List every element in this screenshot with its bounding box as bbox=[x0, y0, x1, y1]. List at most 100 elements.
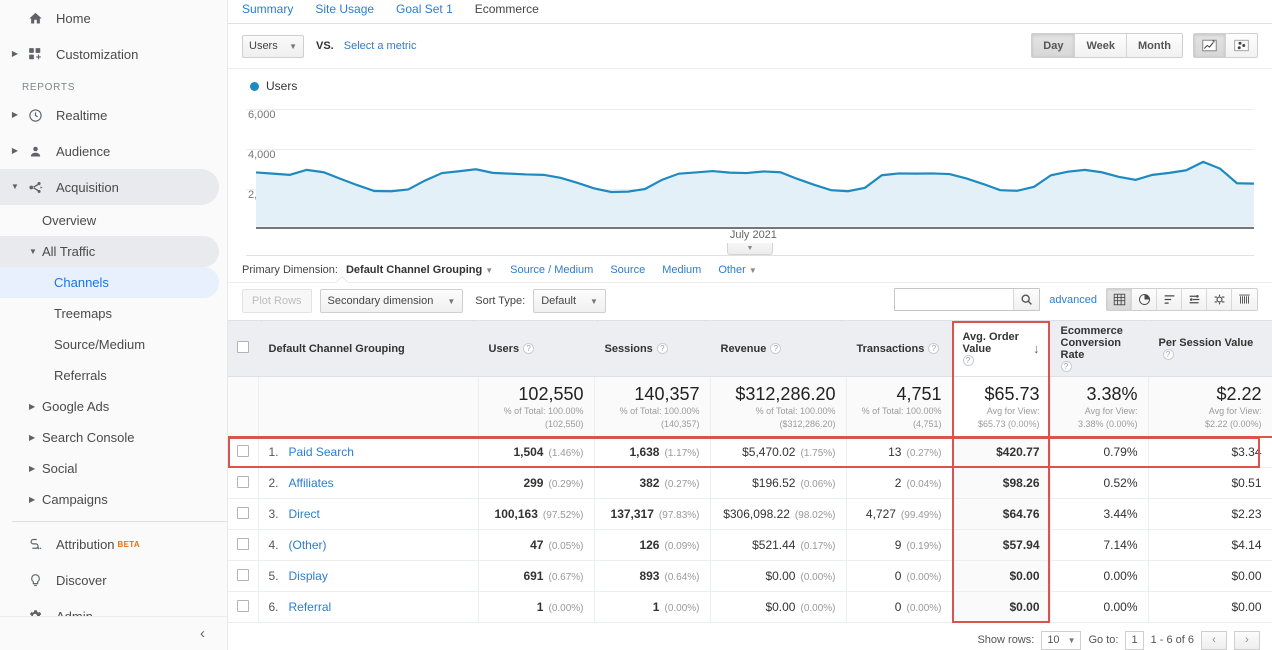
row-channel-link[interactable]: Referral bbox=[289, 600, 332, 614]
sidebar-item-source-medium[interactable]: Source/Medium bbox=[0, 329, 227, 360]
plot-rows-button[interactable]: Plot Rows bbox=[242, 289, 312, 313]
help-icon[interactable]: ? bbox=[1162, 349, 1174, 361]
pie-view-icon[interactable] bbox=[1132, 289, 1157, 310]
row-channel-link[interactable]: Paid Search bbox=[289, 445, 354, 459]
sidebar-item-customization[interactable]: ▶ Customization bbox=[0, 36, 227, 72]
dimension-link-source[interactable]: Source bbox=[610, 264, 645, 276]
scatter-plot-icon[interactable] bbox=[1226, 34, 1257, 57]
granularity-month[interactable]: Month bbox=[1127, 34, 1182, 57]
sidebar-item-attribution[interactable]: Attribution BETA bbox=[0, 526, 227, 562]
col-header-sessions[interactable]: Sessions? bbox=[594, 320, 711, 377]
row-checkbox[interactable] bbox=[236, 537, 249, 550]
row-checkbox[interactable] bbox=[236, 568, 249, 581]
term-cloud-view-icon[interactable] bbox=[1232, 289, 1257, 310]
row-checkbox-cell[interactable] bbox=[228, 591, 259, 623]
sidebar-item-discover[interactable]: Discover bbox=[0, 562, 227, 598]
sidebar-item-acquisition[interactable]: ▼ Acquisition bbox=[0, 169, 219, 205]
sort-type-dropdown[interactable]: Default ▼ bbox=[533, 289, 606, 313]
row-checkbox-cell[interactable] bbox=[228, 467, 259, 499]
advanced-link[interactable]: advanced bbox=[1049, 294, 1097, 306]
help-icon[interactable]: ? bbox=[523, 343, 535, 355]
select-all-checkbox[interactable] bbox=[236, 341, 249, 353]
table-row[interactable]: 3. Direct 100,163 (97.52%) 137,317 (97.83%) $3… bbox=[228, 498, 1272, 530]
sidebar-item-overview[interactable]: Overview bbox=[0, 205, 227, 236]
row-channel-link[interactable]: (Other) bbox=[289, 538, 327, 552]
tab-goal-set-1[interactable]: Goal Set 1 bbox=[396, 0, 453, 18]
table-row[interactable]: 6. Referral 1 (0.00%) 1 (0.00%) $0.00 (0.00%) 0 (… bbox=[228, 591, 1272, 623]
row-checkbox[interactable] bbox=[236, 599, 249, 612]
table-row[interactable]: 2. Affiliates 299 (0.29%) 382 (0.27%) $196.52 (… bbox=[228, 467, 1272, 499]
help-icon[interactable]: ? bbox=[1060, 361, 1072, 373]
table-row[interactable]: 1. Paid Search 1,504 (1.46%) 1,638 (1.17%) $5,… bbox=[228, 436, 1272, 468]
col-header-revenue[interactable]: Revenue? bbox=[710, 320, 847, 377]
chart-plot-area[interactable]: 6,000 4,000 2,000 bbox=[246, 101, 1254, 229]
chart-zoom-handle[interactable]: ▼ bbox=[727, 243, 773, 255]
primary-dimension-current[interactable]: Default Channel Grouping ▼ bbox=[346, 264, 493, 276]
performance-view-icon[interactable] bbox=[1157, 289, 1182, 310]
row-transactions-cell: 2 (0.04%) bbox=[846, 467, 953, 499]
next-page-button[interactable]: › bbox=[1234, 630, 1260, 650]
row-checkbox[interactable] bbox=[236, 506, 249, 519]
row-checkbox-cell[interactable] bbox=[228, 436, 259, 468]
secondary-dimension-dropdown[interactable]: Secondary dimension ▼ bbox=[319, 289, 464, 313]
sidebar-item-search-console[interactable]: ▶ Search Console bbox=[0, 422, 227, 453]
sidebar-item-treemaps[interactable]: Treemaps bbox=[0, 298, 227, 329]
sidebar-item-google-ads[interactable]: ▶ Google Ads bbox=[0, 391, 227, 422]
sidebar-item-realtime[interactable]: ▶ Realtime bbox=[0, 97, 227, 133]
totals-users: 102,550 % of Total: 100.00% (102,550) bbox=[478, 376, 595, 438]
sidebar-item-social[interactable]: ▶ Social bbox=[0, 453, 227, 484]
help-icon[interactable]: ? bbox=[656, 343, 668, 355]
sidebar-item-home[interactable]: Home bbox=[0, 0, 227, 36]
col-header-ecommerce-conversion-rate[interactable]: Ecommerce Conversion Rate ? bbox=[1050, 320, 1149, 377]
totals-sessions-sub2: (140,357) bbox=[660, 419, 700, 429]
row-checkbox-cell[interactable] bbox=[228, 498, 259, 530]
show-rows-dropdown[interactable]: 10 ▼ bbox=[1041, 630, 1082, 650]
help-icon[interactable]: ? bbox=[928, 343, 940, 355]
col-header-avg-order-value[interactable]: Avg. Order Value ↓ ? bbox=[952, 320, 1051, 377]
col-header-transactions[interactable]: Transactions? bbox=[846, 320, 953, 377]
table-row[interactable]: 4. (Other) 47 (0.05%) 126 (0.09%) $521.44 (0.17… bbox=[228, 529, 1272, 561]
dimension-link-other[interactable]: Other ▼ bbox=[718, 264, 756, 276]
sidebar-item-all-traffic[interactable]: ▼ All Traffic bbox=[0, 236, 219, 267]
row-ecr-value: 0.52% bbox=[1103, 476, 1138, 490]
tab-summary[interactable]: Summary bbox=[242, 0, 293, 18]
row-channel-link[interactable]: Affiliates bbox=[289, 476, 334, 490]
go-to-input[interactable]: 1 bbox=[1125, 630, 1144, 650]
col-header-channel[interactable]: Default Channel Grouping bbox=[258, 320, 479, 377]
sidebar-collapse-button[interactable]: ‹ bbox=[0, 616, 227, 650]
dimension-link-medium[interactable]: Medium bbox=[662, 264, 701, 276]
row-checkbox[interactable] bbox=[236, 444, 249, 457]
col-header-per-session-value[interactable]: Per Session Value? bbox=[1148, 320, 1272, 377]
row-checkbox-cell[interactable] bbox=[228, 560, 259, 592]
search-icon[interactable] bbox=[1013, 289, 1040, 310]
select-all-header[interactable] bbox=[228, 320, 259, 377]
granularity-day[interactable]: Day bbox=[1032, 34, 1076, 57]
help-icon[interactable]: ? bbox=[962, 355, 974, 367]
sidebar-item-campaigns[interactable]: ▶ Campaigns bbox=[0, 484, 227, 515]
sidebar-item-channels[interactable]: Channels bbox=[0, 267, 219, 298]
search-input[interactable] bbox=[895, 289, 1014, 310]
row-channel-link[interactable]: Display bbox=[289, 569, 328, 583]
tab-site-usage[interactable]: Site Usage bbox=[315, 0, 374, 18]
pivot-view-icon[interactable] bbox=[1207, 289, 1232, 310]
sidebar-item-audience[interactable]: ▶ Audience bbox=[0, 133, 227, 169]
granularity-week[interactable]: Week bbox=[1075, 34, 1128, 57]
line-chart-icon[interactable] bbox=[1194, 34, 1226, 57]
prev-page-button[interactable]: ‹ bbox=[1201, 630, 1227, 650]
help-icon[interactable]: ? bbox=[770, 343, 782, 355]
row-checkbox[interactable] bbox=[236, 475, 249, 488]
tab-ecommerce[interactable]: Ecommerce bbox=[475, 0, 539, 18]
table-row[interactable]: 5. Display 691 (0.67%) 893 (0.64%) $0.00 (0.00%… bbox=[228, 560, 1272, 592]
search-box[interactable] bbox=[894, 288, 1041, 311]
primary-metric-dropdown[interactable]: Users ▼ bbox=[242, 34, 304, 58]
row-checkbox-cell[interactable] bbox=[228, 529, 259, 561]
sort-descending-icon[interactable]: ↓ bbox=[1033, 342, 1040, 355]
sidebar-item-referrals[interactable]: Referrals bbox=[0, 360, 227, 391]
row-channel-link[interactable]: Direct bbox=[289, 507, 320, 521]
dimension-link-source-medium[interactable]: Source / Medium bbox=[510, 264, 593, 276]
select-metric-link[interactable]: Select a metric bbox=[344, 40, 417, 52]
table-view-icon[interactable] bbox=[1107, 289, 1132, 310]
row-aov-value: $0.00 bbox=[1009, 569, 1040, 583]
comparison-view-icon[interactable] bbox=[1182, 289, 1207, 310]
col-header-users[interactable]: Users? bbox=[478, 320, 595, 377]
